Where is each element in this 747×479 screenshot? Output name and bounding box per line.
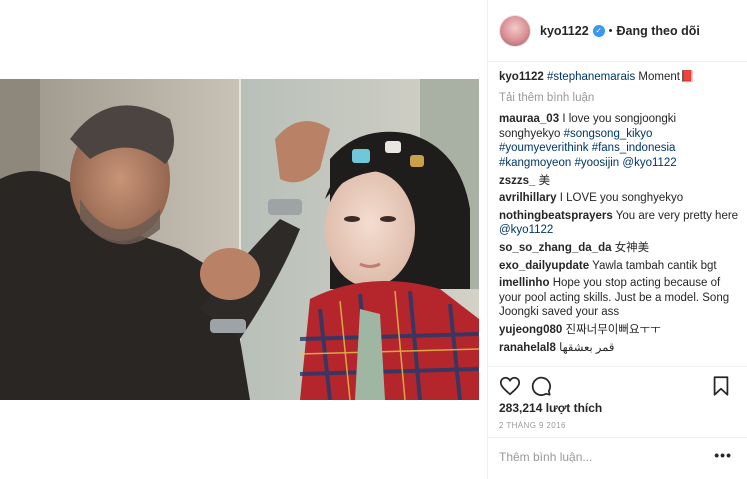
follow-status-button[interactable]: Đang theo dõi	[617, 24, 700, 38]
post-photo-illustration	[0, 79, 479, 400]
comment-text: 진짜너무이뻐요ㅜㅜ	[565, 323, 661, 336]
comment-username[interactable]: so_so_zhang_da_da	[499, 242, 611, 254]
comment-row: so_so_zhang_da_da 女神美	[499, 241, 739, 256]
header-separator: •	[608, 24, 613, 37]
add-comment-bar: •••	[488, 437, 747, 479]
comment-bubble-icon[interactable]	[530, 375, 552, 397]
comment-text: 美	[538, 174, 551, 187]
action-bar	[488, 366, 747, 398]
comment-link[interactable]: #youmyeverithink	[499, 142, 588, 154]
comment-link[interactable]: #songsong_kikyo	[564, 128, 653, 140]
comment-username[interactable]: exo_dailyupdate	[499, 260, 589, 272]
header-username[interactable]: kyo1122	[540, 24, 589, 38]
bookmark-icon[interactable]	[710, 375, 732, 397]
comments-list: kyo1122 #stephanemarais Moment📕 Tải thêm…	[499, 70, 739, 358]
comment-text: You are very pretty here	[615, 209, 739, 222]
comment-row: zszzs_ 美	[499, 174, 739, 189]
comment-link[interactable]: #kangmoyeon	[499, 157, 571, 169]
load-more-comments-link[interactable]: Tải thêm bình luận	[499, 91, 739, 106]
avatar[interactable]	[500, 15, 530, 46]
comment-username[interactable]: avrilhillary	[499, 192, 557, 204]
likes-count[interactable]: 283,214 lượt thích	[499, 401, 602, 415]
comment-text: I LOVE you songhyekyo	[559, 192, 684, 205]
comment-link[interactable]: #yoosijin	[574, 157, 619, 169]
photo-area	[0, 0, 487, 479]
comment-username[interactable]: ranahelal8	[499, 342, 556, 354]
comment-row: imellinho Hope you stop acting because o…	[499, 276, 739, 320]
comment-row: mauraa_03 I love you songjoongki songhye…	[499, 112, 739, 170]
comment-text: 女神美	[614, 241, 650, 254]
verified-badge-icon: ✓	[592, 24, 605, 37]
caption-hashtag[interactable]: #stephanemarais	[547, 71, 635, 83]
more-options-icon[interactable]: •••	[714, 447, 732, 463]
comment-username[interactable]: nothingbeatsprayers	[499, 210, 613, 222]
caption-username[interactable]: kyo1122	[499, 71, 544, 83]
book-emoji-icon: 📕	[679, 71, 695, 83]
comment-text: Yawla tambah cantik bgt	[592, 259, 717, 272]
comment-link[interactable]: @kyo1122	[622, 157, 676, 169]
heart-icon[interactable]	[499, 375, 521, 397]
instagram-post-view: kyo1122 ✓ • Đang theo dõi kyo1122 #steph…	[0, 0, 747, 479]
comment-username[interactable]: yujeong080	[499, 324, 562, 336]
comment-link[interactable]: @kyo1122	[499, 224, 553, 236]
comment-row: yujeong080 진짜너무이뻐요ㅜㅜ	[499, 323, 739, 338]
add-comment-input[interactable]	[499, 450, 699, 464]
post-side-panel: kyo1122 ✓ • Đang theo dõi kyo1122 #steph…	[487, 0, 747, 479]
comment-row: exo_dailyupdate Yawla tambah cantik bgt	[499, 259, 739, 274]
caption-text: Moment	[638, 71, 680, 83]
comment-row: avrilhillary I LOVE you songhyekyo	[499, 191, 739, 206]
comment-username[interactable]: mauraa_03	[499, 113, 559, 125]
comment-text: قمر بعشقها	[559, 341, 615, 354]
comment-rows: mauraa_03 I love you songjoongki songhye…	[499, 112, 739, 355]
caption: kyo1122 #stephanemarais Moment📕	[499, 70, 739, 85]
post-date: 2 THÁNG 9 2016	[499, 421, 566, 430]
comment-row: nothingbeatsprayers You are very pretty …	[499, 209, 739, 238]
comment-username[interactable]: imellinho	[499, 277, 549, 289]
post-header: kyo1122 ✓ • Đang theo dõi	[488, 0, 747, 62]
comment-row: ranahelal8 قمر بعشقها	[499, 341, 739, 356]
post-photo[interactable]	[0, 79, 479, 400]
comment-link[interactable]: #fans_indonesia	[592, 142, 676, 154]
comment-username[interactable]: zszzs_	[499, 175, 535, 187]
